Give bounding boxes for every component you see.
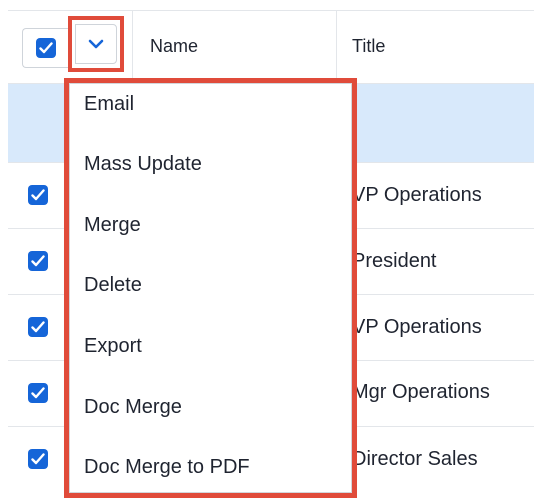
row-checkbox[interactable] [28,251,48,271]
row-checkbox[interactable] [28,185,48,205]
column-header-name[interactable]: Name [150,36,198,57]
checkmark-icon [31,321,45,333]
actions-dropdown-button[interactable] [68,16,124,72]
column-separator [336,10,337,84]
title-cell: President [352,250,437,272]
chevron-down-icon [88,39,104,49]
title-cell: Mgr Operations [352,381,490,403]
title-cell: VP Operations [352,184,482,206]
row-checkbox[interactable] [28,449,48,469]
column-separator [132,10,133,84]
annotation-highlight-box [64,78,357,498]
title-cell: Director Sales [352,448,478,470]
checkmark-icon [31,255,45,267]
row-checkbox[interactable] [28,383,48,403]
checkmark-icon [31,387,45,399]
column-header-title[interactable]: Title [352,36,385,57]
checkmark-icon [31,453,45,465]
title-cell: VP Operations [352,316,482,338]
row-checkbox[interactable] [28,317,48,337]
checkmark-icon [39,42,53,54]
checkmark-icon [31,189,45,201]
select-all-control[interactable] [22,28,68,68]
select-all-checkbox[interactable] [36,38,56,58]
